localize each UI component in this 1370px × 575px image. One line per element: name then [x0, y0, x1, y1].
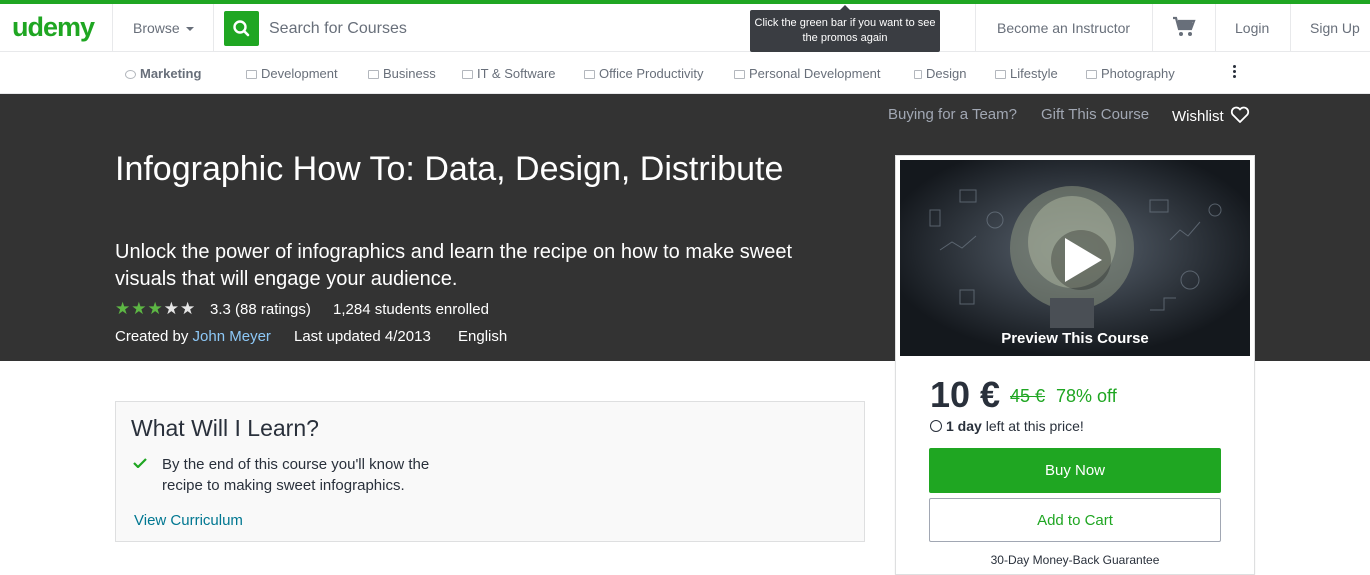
- browse-label: Browse: [133, 20, 180, 36]
- check-icon: [133, 458, 147, 468]
- what-will-i-learn-box: What Will I Learn? By the end of this co…: [115, 401, 865, 542]
- add-to-cart-button[interactable]: Add to Cart: [929, 498, 1221, 542]
- marketing-icon: [125, 70, 136, 79]
- search-button[interactable]: [224, 11, 259, 46]
- last-updated: Last updated 4/2013: [294, 328, 431, 345]
- wishlist-button[interactable]: Wishlist: [1172, 106, 1250, 125]
- lightbulb-thumbnail: [900, 160, 1250, 356]
- learn-heading: What Will I Learn?: [131, 415, 319, 441]
- camera-icon: [1086, 70, 1097, 79]
- category-office-productivity[interactable]: Office Productivity: [584, 66, 704, 81]
- divider: [975, 4, 976, 52]
- signup-link[interactable]: Sign Up: [1310, 20, 1360, 36]
- category-navbar: Marketing Development Business IT & Soft…: [0, 53, 1370, 94]
- category-business[interactable]: Business: [368, 66, 436, 81]
- category-development[interactable]: Development: [246, 66, 338, 81]
- course-language: English: [458, 328, 508, 345]
- heart-icon: [1230, 106, 1249, 123]
- gift-course-link[interactable]: Gift This Course: [1041, 106, 1149, 123]
- category-photography[interactable]: Photography: [1086, 66, 1175, 81]
- promo-tooltip: Click the green bar if you want to see t…: [750, 5, 940, 52]
- cart-button[interactable]: [1172, 16, 1196, 43]
- login-link[interactable]: Login: [1235, 20, 1269, 36]
- original-price: 45 €: [1010, 386, 1046, 406]
- current-price: 10 €: [930, 374, 1001, 415]
- caret-down-icon: [185, 27, 194, 32]
- discount-percent: 78% off: [1056, 386, 1117, 406]
- become-instructor-link[interactable]: Become an Instructor: [997, 20, 1130, 36]
- students-enrolled: 1,284 students enrolled: [333, 301, 489, 318]
- preview-video[interactable]: Preview This Course: [900, 160, 1250, 356]
- star-empty-icon: ★: [180, 299, 196, 318]
- divider: [213, 4, 214, 52]
- top-navbar: udemy Browse Click the green bar if you …: [0, 4, 1370, 52]
- buy-now-button[interactable]: Buy Now: [929, 448, 1221, 493]
- purchase-sidebar: Preview This Course 10 € 45 € 78% off 1 …: [895, 155, 1255, 575]
- udemy-logo[interactable]: udemy: [12, 12, 95, 43]
- browse-menu[interactable]: Browse: [133, 20, 194, 36]
- star-empty-icon: ★: [163, 299, 179, 318]
- development-icon: [246, 70, 257, 79]
- author-link[interactable]: John Meyer: [193, 328, 271, 345]
- view-curriculum-link[interactable]: View Curriculum: [134, 512, 243, 529]
- preview-course-label: Preview This Course: [1001, 330, 1149, 347]
- course-subtitle: Unlock the power of infographics and lea…: [115, 241, 793, 290]
- divider: [1290, 4, 1291, 52]
- shopping-cart-icon: [1173, 16, 1196, 36]
- price-timer: 1 day left at this price!: [930, 418, 1084, 434]
- star-rating: ★★★★★: [115, 299, 196, 318]
- buying-team-link[interactable]: Buying for a Team?: [888, 106, 1017, 123]
- star-full-icon: ★: [131, 299, 147, 318]
- more-vertical-icon[interactable]: [1233, 65, 1237, 81]
- star-full-icon: ★: [147, 299, 163, 318]
- course-title: Infographic How To: Data, Design, Distri…: [115, 150, 784, 188]
- star-full-icon: ★: [115, 299, 131, 318]
- office-icon: [584, 70, 595, 79]
- monitor-icon: [462, 70, 473, 79]
- search-input[interactable]: [260, 11, 730, 46]
- rating-text: 3.3 (88 ratings): [210, 301, 311, 318]
- design-icon: [914, 70, 922, 79]
- divider: [1215, 4, 1216, 52]
- search-icon: [233, 20, 250, 37]
- category-design[interactable]: Design: [914, 66, 966, 81]
- lifestyle-icon: [995, 70, 1006, 79]
- divider: [1152, 4, 1153, 52]
- category-lifestyle[interactable]: Lifestyle: [995, 66, 1058, 81]
- category-marketing[interactable]: Marketing: [125, 66, 201, 81]
- created-by: Created by John Meyer: [115, 328, 271, 345]
- money-back-guarantee: 30-Day Money-Back Guarantee: [990, 553, 1160, 567]
- category-personal-development[interactable]: Personal Development: [734, 66, 881, 81]
- learn-item: By the end of this course you'll know th…: [162, 456, 430, 494]
- stopwatch-icon: [930, 420, 942, 432]
- business-icon: [368, 70, 379, 79]
- category-it-software[interactable]: IT & Software: [462, 66, 556, 81]
- divider: [112, 4, 113, 52]
- book-icon: [734, 70, 745, 79]
